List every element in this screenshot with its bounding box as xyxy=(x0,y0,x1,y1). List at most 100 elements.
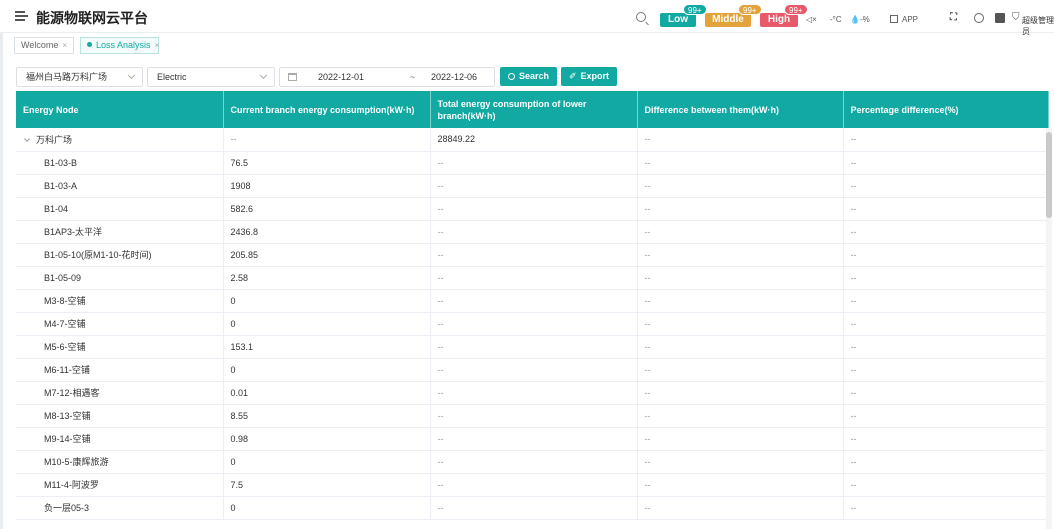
cell-energy-node: B1-05-10(原M1-10-花时间) xyxy=(16,243,224,267)
search-button-label: Search xyxy=(518,71,550,81)
tab-loss-analysis[interactable]: Loss Analysis × xyxy=(80,37,159,54)
cell-pct: -- xyxy=(843,197,1049,221)
cell-energy-node: M3-8-空铺 xyxy=(16,289,224,313)
close-icon[interactable]: × xyxy=(155,41,160,50)
table-row[interactable]: B1-03-A 1908 -- -- -- xyxy=(16,174,1049,198)
cell-lower: -- xyxy=(430,266,638,290)
cell-current: 205.85 xyxy=(223,243,431,267)
table-row[interactable]: M5-6-空铺 153.1 -- -- -- xyxy=(16,335,1049,359)
app-link[interactable]: APP xyxy=(902,15,918,24)
cell-lower: -- xyxy=(430,197,638,221)
speaker-mute-icon[interactable]: ◁× xyxy=(806,15,817,24)
table-row[interactable]: M11-4-阿波罗 7.5 -- -- -- xyxy=(16,473,1049,497)
cell-pct: -- xyxy=(843,335,1049,359)
export-button[interactable]: ✐ Export xyxy=(561,67,617,86)
scrollbar-thumb[interactable] xyxy=(1046,132,1052,218)
cell-lower: -- xyxy=(430,312,638,336)
menu-fold-icon[interactable] xyxy=(15,11,28,21)
table-row[interactable]: B1-05-10(原M1-10-花时间) 205.85 -- -- -- xyxy=(16,243,1049,267)
cell-lower: -- xyxy=(430,450,638,474)
temperature-readout: -°C xyxy=(830,15,842,24)
cell-energy-node: 负一层05-3 xyxy=(16,496,224,520)
cell-lower: -- xyxy=(430,496,638,520)
table-scrollbar[interactable] xyxy=(1046,128,1052,529)
tab-label: Loss Analysis xyxy=(96,40,151,50)
cell-energy-node: M11-4-阿波罗 xyxy=(16,473,224,497)
table-row[interactable]: M9-14-空铺 0.98 -- -- -- xyxy=(16,427,1049,451)
clock-icon[interactable] xyxy=(974,13,984,23)
screenshot-icon[interactable] xyxy=(995,13,1005,23)
energy-type-select[interactable]: Electric xyxy=(147,67,275,87)
date-start[interactable]: 2022-12-01 xyxy=(318,68,364,86)
cell-energy-node: M5-6-空铺 xyxy=(16,335,224,359)
cell-diff: -- xyxy=(637,128,844,152)
fullscreen-icon[interactable]: ⛶ xyxy=(950,12,957,23)
date-end[interactable]: 2022-12-06 xyxy=(414,68,494,86)
table-row[interactable]: M8-13-空铺 8.55 -- -- -- xyxy=(16,404,1049,428)
tab-welcome[interactable]: Welcome × xyxy=(14,37,74,54)
chevron-down-icon[interactable] xyxy=(24,135,30,142)
cell-text: 万科广场 xyxy=(36,134,73,145)
tab-label: Welcome xyxy=(21,40,59,50)
cell-text: B1-05-10(原M1-10-花时间) xyxy=(44,250,152,260)
qrcode-icon[interactable] xyxy=(890,15,898,23)
cell-text: M3-8-空铺 xyxy=(44,296,86,306)
table-row[interactable]: B1-05-09 2.58 -- -- -- xyxy=(16,266,1049,290)
cell-pct: -- xyxy=(843,473,1049,497)
left-edge xyxy=(0,33,3,529)
drop-icon: 💧 xyxy=(850,15,860,24)
table-row[interactable]: B1AP3-太平洋 2436.8 -- -- -- xyxy=(16,220,1049,244)
table-row[interactable]: M3-8-空铺 0 -- -- -- xyxy=(16,289,1049,313)
site-select[interactable]: 福州白马路万科广场 xyxy=(16,67,143,87)
table-header-row: Energy Node Current branch energy consum… xyxy=(16,91,1049,128)
table-row[interactable]: M4-7-空铺 0 -- -- -- xyxy=(16,312,1049,336)
table-row[interactable]: B1-03-B 76.5 -- -- -- xyxy=(16,151,1049,175)
cell-current: 153.1 xyxy=(223,335,431,359)
search-icon[interactable] xyxy=(636,12,646,22)
cell-pct: -- xyxy=(843,404,1049,428)
cell-text: M9-14-空铺 xyxy=(44,434,91,444)
cell-pct: -- xyxy=(843,496,1049,520)
cell-text: B1-03-B xyxy=(44,157,78,168)
active-dot-icon xyxy=(87,42,92,47)
table-row[interactable]: M10-5-康辉旅游 0 -- -- -- xyxy=(16,450,1049,474)
cell-lower: -- xyxy=(430,358,638,382)
cell-current: 0 xyxy=(223,496,431,520)
column-header: Energy Node xyxy=(16,91,224,128)
cell-pct: -- xyxy=(843,243,1049,267)
table-row[interactable]: M6-11-空铺 0 -- -- -- xyxy=(16,358,1049,382)
cell-text: M6-11-空铺 xyxy=(44,365,90,375)
search-button[interactable]: Search xyxy=(500,67,557,86)
cell-lower: -- xyxy=(430,289,638,313)
close-icon[interactable]: × xyxy=(62,41,67,50)
table-row[interactable]: B1-04 582.6 -- -- -- xyxy=(16,197,1049,221)
table-row[interactable]: M7-12-相遇客 0.01 -- -- -- xyxy=(16,381,1049,405)
shirt-icon[interactable]: ⛉ xyxy=(1012,12,1020,23)
table-row[interactable]: 负一层05-3 0 -- -- -- xyxy=(16,496,1049,520)
cell-lower: -- xyxy=(430,473,638,497)
column-header: Difference between them(kW·h) xyxy=(637,91,844,128)
cell-diff: -- xyxy=(637,266,844,290)
cell-energy-node: M4-7-空铺 xyxy=(16,312,224,336)
cell-diff: -- xyxy=(637,197,844,221)
cell-text: 负一层05-3 xyxy=(44,503,90,513)
alarm-middle-button[interactable]: Middle xyxy=(705,13,751,27)
cell-text: B1-05-09 xyxy=(44,272,82,283)
cell-pct: -- xyxy=(843,266,1049,290)
cell-text: M4-7-空铺 xyxy=(44,319,86,329)
cell-lower: -- xyxy=(430,151,638,175)
calendar-icon xyxy=(288,73,297,81)
cell-current: -- xyxy=(223,128,431,152)
humidity-readout: -% xyxy=(860,15,870,24)
cell-lower: -- xyxy=(430,381,638,405)
tab-bar: Welcome × Loss Analysis × xyxy=(0,33,1054,58)
cell-pct: -- xyxy=(843,358,1049,382)
table-row[interactable]: 万科广场 -- 28849.22 -- -- xyxy=(16,128,1049,152)
cell-current: 0 xyxy=(223,312,431,336)
cell-text: M10-5-康辉旅游 xyxy=(44,457,109,467)
cell-diff: -- xyxy=(637,450,844,474)
cell-diff: -- xyxy=(637,243,844,267)
cell-text: M8-13-空铺 xyxy=(44,411,91,421)
cell-text: M11-4-阿波罗 xyxy=(44,480,99,490)
date-range-picker[interactable]: 2022-12-01 ~ 2022-12-06 xyxy=(279,67,495,87)
